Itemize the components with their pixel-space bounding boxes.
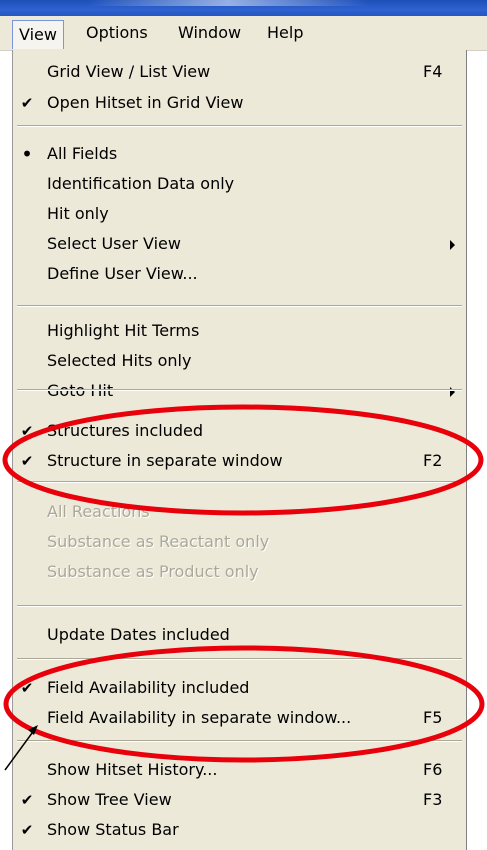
menu-item-label: Select User View — [47, 234, 181, 253]
check-icon: ✔ — [20, 821, 34, 839]
menu-item-label: Show Tree View — [47, 790, 172, 809]
menu-item-show-hitset-history[interactable]: Show Hitset History... F6 — [13, 755, 466, 785]
menu-item-label: Field Availability included — [47, 678, 250, 697]
check-icon: ✔ — [20, 791, 34, 809]
menu-help[interactable]: Help — [261, 21, 309, 45]
menu-item-selected-hits-only[interactable]: Selected Hits only — [13, 346, 466, 376]
radio-bullet-icon: • — [21, 142, 33, 166]
menu-item-show-tree-view[interactable]: ✔ Show Tree View F3 — [13, 785, 466, 815]
menu-separator — [17, 305, 462, 307]
menu-item-shortcut: F4 — [423, 62, 443, 81]
menu-item-label: Show Hitset History... — [47, 760, 218, 779]
menu-item-shortcut: F2 — [423, 451, 443, 470]
menu-item-structure-separate-window[interactable]: ✔ Structure in separate window F2 — [13, 446, 466, 476]
title-bar-highlight — [88, 0, 368, 6]
menu-options[interactable]: Options — [80, 21, 154, 45]
check-icon: ✔ — [20, 679, 34, 697]
menu-separator — [17, 125, 462, 127]
menu-item-label: All Reactions — [47, 502, 150, 521]
menu-window[interactable]: Window — [172, 21, 247, 45]
menu-item-shortcut: F5 — [423, 708, 443, 727]
menu-item-label: Hit only — [47, 204, 109, 223]
menu-item-field-availability-separate-window[interactable]: Field Availability in separate window...… — [13, 703, 466, 733]
menu-item-identification-data-only[interactable]: Identification Data only — [13, 169, 466, 199]
menu-item-label: Identification Data only — [47, 174, 235, 193]
menu-item-shortcut: F6 — [423, 760, 443, 779]
menu-item-define-user-view[interactable]: Define User View... — [13, 259, 466, 289]
menu-item-label: Define User View... — [47, 264, 198, 283]
menu-item-shortcut: F3 — [423, 790, 443, 809]
menu-item-all-fields[interactable]: • All Fields — [13, 139, 466, 169]
menu-separator — [17, 481, 462, 483]
menu-item-field-availability-included[interactable]: ✔ Field Availability included — [13, 673, 466, 703]
menu-item-label: Substance as Product only — [47, 562, 259, 581]
menu-item-label: Field Availability in separate window... — [47, 708, 352, 727]
menu-item-label: Grid View / List View — [47, 62, 211, 81]
menu-separator — [17, 658, 462, 660]
menu-bar: View Options Window Help — [0, 16, 487, 51]
menu-item-label: Update Dates included — [47, 625, 230, 644]
menu-item-label: Structures included — [47, 421, 203, 440]
menu-item-label: Substance as Reactant only — [47, 532, 270, 551]
menu-item-select-user-view[interactable]: Select User View — [13, 229, 466, 259]
menu-item-label: Structure in separate window — [47, 451, 283, 470]
window-title-bar — [0, 0, 487, 16]
menu-item-hit-only[interactable]: Hit only — [13, 199, 466, 229]
menu-item-open-hitset-grid[interactable]: ✔ Open Hitset in Grid View — [13, 88, 466, 118]
menu-separator — [17, 605, 462, 607]
menu-item-structures-included[interactable]: ✔ Structures included — [13, 416, 466, 446]
menu-item-show-status-bar[interactable]: ✔ Show Status Bar — [13, 815, 466, 845]
menu-view[interactable]: View — [12, 20, 64, 49]
menu-item-label: All Fields — [47, 144, 118, 163]
menu-item-substance-reactant-only: Substance as Reactant only — [13, 527, 466, 557]
menu-item-goto-hit[interactable]: Goto Hit — [13, 376, 466, 406]
submenu-arrow-icon — [450, 240, 455, 250]
menu-item-update-dates-included[interactable]: Update Dates included — [13, 620, 466, 650]
menu-item-highlight-hit-terms[interactable]: Highlight Hit Terms — [13, 316, 466, 346]
menu-item-all-reactions: All Reactions — [13, 497, 466, 527]
view-dropdown-menu: Grid View / List View F4 ✔ Open Hitset i… — [12, 50, 467, 850]
menu-item-label: Highlight Hit Terms — [47, 321, 200, 340]
menu-separator — [17, 740, 462, 742]
menu-item-grid-list-view[interactable]: Grid View / List View F4 — [13, 57, 466, 87]
menu-separator — [17, 389, 462, 391]
menu-item-label: Goto Hit — [47, 381, 114, 400]
menu-item-label: Show Status Bar — [47, 820, 179, 839]
check-icon: ✔ — [20, 94, 34, 112]
menu-item-label: Selected Hits only — [47, 351, 192, 370]
check-icon: ✔ — [20, 422, 34, 440]
menu-item-label: Open Hitset in Grid View — [47, 93, 244, 112]
menu-item-substance-product-only: Substance as Product only — [13, 557, 466, 587]
check-icon: ✔ — [20, 452, 34, 470]
